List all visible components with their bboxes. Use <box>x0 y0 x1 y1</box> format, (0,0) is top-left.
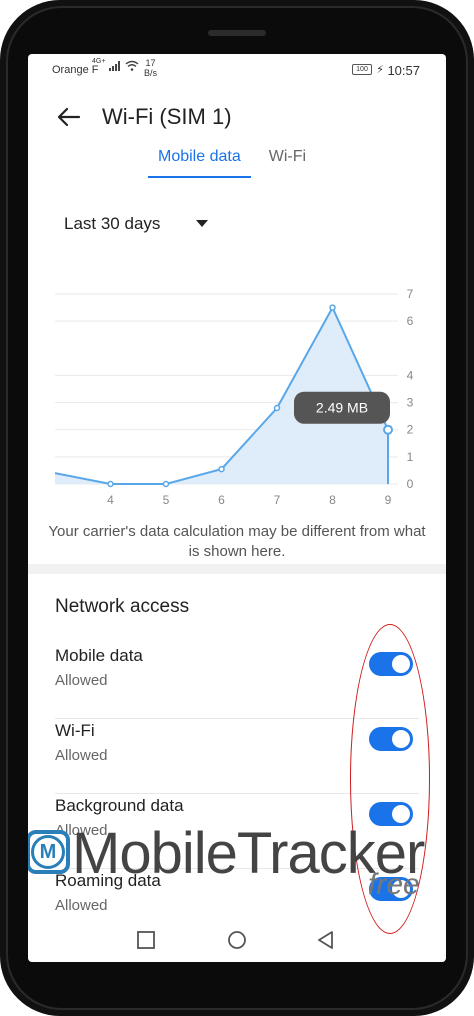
status-bar: Orange F 4G+ 17 B/s 100 ⚡ 10:57 <box>28 54 446 84</box>
x-tick-label: 5 <box>163 493 170 507</box>
x-tick-label: 6 <box>218 493 225 507</box>
usage-chart: 4 5 6 7 8 9 0 1 2 3 4 6 7 2.49 MB <box>54 287 414 507</box>
tab-wifi[interactable]: Wi-Fi <box>259 146 316 178</box>
battery-level: 100 <box>356 66 368 73</box>
data-point <box>107 480 114 488</box>
x-tick-label: 4 <box>107 493 114 507</box>
item-status: Allowed <box>55 897 108 914</box>
signal-icons: 4G+ <box>92 58 139 71</box>
period-selector[interactable]: Last 30 days <box>64 214 160 234</box>
y-tick-label: 1 <box>407 450 414 464</box>
y-tick-label: 3 <box>407 396 414 410</box>
item-status: Allowed <box>55 672 108 689</box>
network-type: 4G+ <box>92 58 106 65</box>
y-tick-label: 2 <box>407 423 414 437</box>
data-point <box>218 465 225 473</box>
data-point <box>273 404 281 412</box>
y-axis-ticks: 0 1 2 3 4 6 7 <box>407 287 414 491</box>
section-title: Network access <box>55 596 190 617</box>
arrow-left-icon <box>57 107 81 127</box>
x-tick-label: 8 <box>329 493 336 507</box>
carrier-disclaimer: Your carrier's data calculation may be d… <box>48 523 426 560</box>
earpiece-speaker <box>208 30 266 36</box>
selected-data-point[interactable] <box>383 424 393 435</box>
x-tick-label: 9 <box>385 493 392 507</box>
screen: Orange F 4G+ 17 B/s 100 ⚡ 10:57 Wi-Fi (S… <box>28 54 446 962</box>
page-title: Wi-Fi (SIM 1) <box>102 104 232 129</box>
item-status: Allowed <box>55 747 108 764</box>
tab-mobile-data[interactable]: Mobile data <box>148 146 251 178</box>
tab-bar: Mobile data Wi-Fi <box>148 146 316 178</box>
y-tick-label: 4 <box>407 368 414 382</box>
phone-frame: Orange F 4G+ 17 B/s 100 ⚡ 10:57 Wi-Fi (S… <box>0 0 474 1016</box>
data-speed-unit: B/s <box>144 68 158 78</box>
item-title: Wi-Fi <box>55 721 95 740</box>
item-title: Background data <box>55 796 184 815</box>
y-tick-label: 6 <box>407 314 414 328</box>
wifi-icon <box>125 60 139 71</box>
signal-strength-icon <box>109 61 121 71</box>
y-tick-label: 7 <box>407 287 414 301</box>
watermark-suffix: free <box>368 868 420 901</box>
data-speed: 17 B/s <box>144 58 157 78</box>
data-speed-value: 17 <box>145 58 156 68</box>
back-button[interactable] <box>54 102 84 132</box>
battery-icon: 100 <box>352 64 372 75</box>
section-divider <box>28 564 446 574</box>
recents-square-icon[interactable] <box>136 930 156 950</box>
item-title: Mobile data <box>55 646 143 665</box>
status-time: 10:57 <box>387 63 420 78</box>
chart-tooltip: 2.49 MB <box>294 391 390 424</box>
data-point <box>329 304 336 311</box>
charging-icon: ⚡ <box>376 64 384 76</box>
watermark-logo-letter: M <box>31 835 65 869</box>
watermark-logo: M <box>28 830 70 874</box>
dropdown-caret-icon[interactable] <box>196 220 208 227</box>
back-triangle-icon[interactable] <box>316 930 336 950</box>
x-tick-label: 7 <box>274 493 281 507</box>
x-axis-ticks: 4 5 6 7 8 9 <box>107 493 392 507</box>
y-tick-label: 0 <box>407 477 414 491</box>
home-circle-icon[interactable] <box>227 930 247 950</box>
data-point <box>162 480 170 488</box>
tooltip-label: 2.49 MB <box>316 400 368 416</box>
navigation-bar <box>28 920 446 960</box>
